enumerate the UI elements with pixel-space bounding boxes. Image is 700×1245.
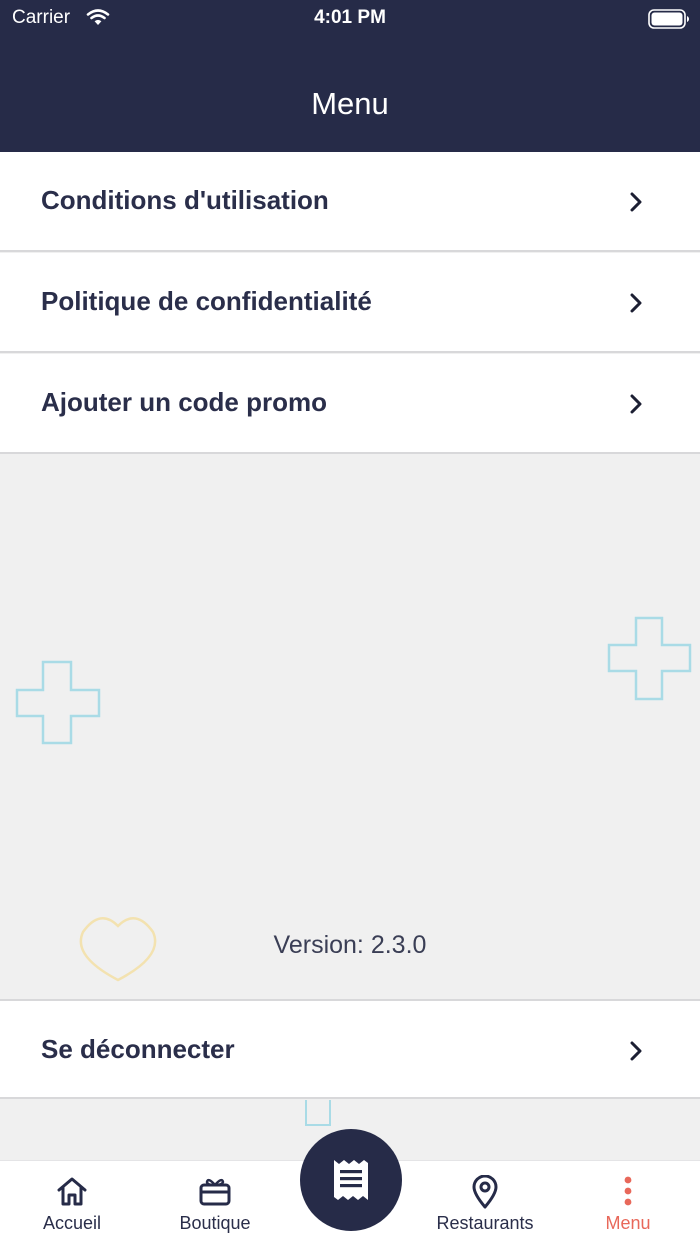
- tab-label: Boutique: [179, 1213, 251, 1233]
- gift-card-icon: [198, 1175, 232, 1212]
- home-icon: [55, 1175, 89, 1212]
- tab-menu[interactable]: Menu: [592, 1161, 664, 1245]
- plus-outline-icon: [607, 616, 692, 701]
- menu-item-terms[interactable]: Conditions d'utilisation: [0, 152, 700, 252]
- map-pin-icon: [471, 1174, 499, 1214]
- tab-label: Restaurants: [436, 1213, 534, 1233]
- status-bar: Carrier 4:01 PM: [0, 0, 700, 38]
- menu-item-label: Ajouter un code promo: [41, 387, 327, 417]
- menu-item-privacy[interactable]: Politique de confidentialité: [0, 253, 700, 353]
- receipt-icon: [334, 1160, 368, 1200]
- menu-item-promo-code[interactable]: Ajouter un code promo: [0, 354, 700, 454]
- tab-label: Accueil: [42, 1213, 102, 1233]
- tab-boutique[interactable]: Boutique: [164, 1161, 266, 1245]
- clock: 4:01 PM: [314, 7, 386, 28]
- logout-button[interactable]: Se déconnecter: [0, 999, 700, 1099]
- tab-accueil[interactable]: Accueil: [22, 1161, 122, 1245]
- tab-label: Menu: [605, 1213, 651, 1233]
- app-header: Carrier 4:01 PM Menu: [0, 0, 700, 152]
- version-label: Version: 2.3.0: [273, 931, 427, 959]
- decorative-square: [305, 1100, 331, 1126]
- tab-restaurants[interactable]: Restaurants: [428, 1161, 542, 1245]
- chevron-right-icon: [629, 191, 643, 218]
- page-title: Menu: [311, 86, 389, 121]
- menu-item-label: Politique de confidentialité: [41, 286, 372, 316]
- menu-item-label: Conditions d'utilisation: [41, 185, 329, 215]
- logout-label: Se déconnecter: [41, 1034, 235, 1064]
- receipt-button[interactable]: [300, 1129, 402, 1231]
- chevron-right-icon: [629, 393, 643, 420]
- decorative-background: [0, 456, 700, 1000]
- chevron-right-icon: [629, 292, 643, 319]
- chevron-right-icon: [629, 1040, 643, 1067]
- more-vertical-icon: [623, 1175, 633, 1212]
- plus-outline-icon: [15, 660, 101, 745]
- battery-icon: [648, 9, 690, 34]
